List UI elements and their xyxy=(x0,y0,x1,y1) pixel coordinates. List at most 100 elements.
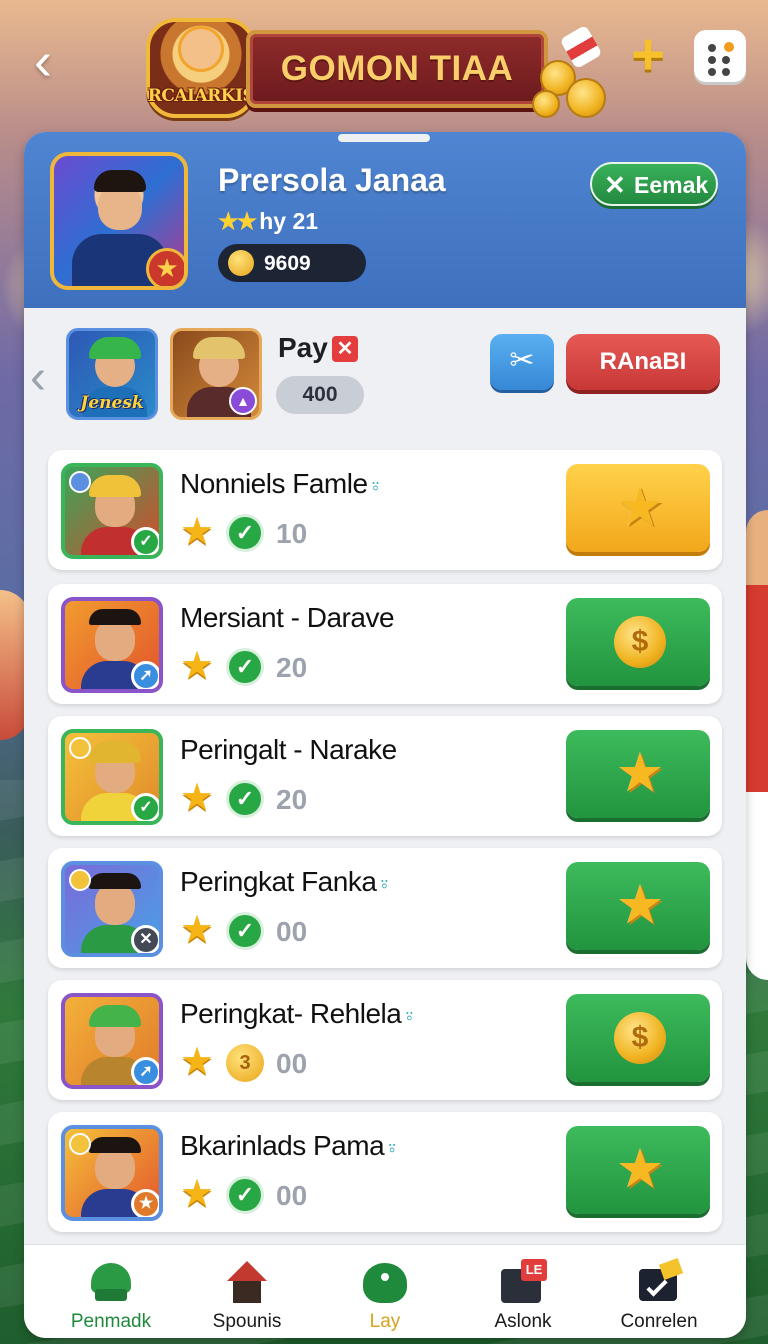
check-badge-icon: ✓ xyxy=(131,527,159,555)
coin-balance: 9609 xyxy=(218,244,366,282)
star-icon: ★ xyxy=(180,1173,215,1215)
list-item[interactable]: ➚ Mersiant - Darave ★ ✓ 20 $ xyxy=(48,584,722,704)
menu-dots-icon[interactable] xyxy=(694,30,746,82)
main-panel: ★ Prersola Janaa ★★ hy 21 9609 ✕ Eemak ‹ … xyxy=(24,132,746,1338)
tools-icon: ✂ xyxy=(509,344,535,377)
back-chevron-icon[interactable]: ‹ xyxy=(34,34,84,92)
star-icon: ★ xyxy=(180,777,215,819)
tag-icon: ⍤ xyxy=(378,874,390,896)
nav-item-conrelen[interactable]: Conrelen xyxy=(594,1253,724,1335)
x-badge-icon: ✕ xyxy=(131,925,159,953)
item-name: Mersiant - Darave xyxy=(180,602,395,633)
list-item[interactable]: ➚ Peringkat- Rehlela ⍤ ★ 3 00 $ xyxy=(48,980,722,1100)
item-avatar: ✓ xyxy=(61,729,163,825)
inbox-icon: LE xyxy=(499,1259,547,1305)
nav-item-aslonk[interactable]: LE Aslonk xyxy=(458,1253,588,1335)
check-icon: ✓ xyxy=(226,780,264,818)
item-name: Peringkat- Rehlela ⍤ xyxy=(180,998,415,1029)
nav-item-spounis[interactable]: Spounis xyxy=(182,1253,312,1335)
list-item[interactable]: ★ Bkarinlads Pama ⍤ ★ ✓ 00 ★ xyxy=(48,1112,722,1232)
star-icon: ★ xyxy=(180,645,215,687)
list-item[interactable]: ✓ Nonniels Famle ⍤ ★ ✓ 10 ★ xyxy=(48,450,722,570)
title-banner: GOMON TIAA xyxy=(246,30,548,108)
nav-label: Lay xyxy=(369,1311,401,1332)
claim-button[interactable]: ★ xyxy=(566,1126,710,1214)
arrow-badge-icon: ➚ xyxy=(131,1057,159,1085)
coin-icon xyxy=(228,250,254,276)
exit-button[interactable]: ✕ Eemak xyxy=(590,162,718,206)
notification-badge: LE xyxy=(521,1259,547,1281)
check-icon: ✓ xyxy=(226,514,264,552)
item-avatar: ✕ xyxy=(61,861,163,957)
chevron-left-icon[interactable]: ‹ xyxy=(30,350,46,405)
star-icon: ★ xyxy=(615,1139,665,1199)
tag-icon: ⍤ xyxy=(369,476,382,498)
claim-button[interactable]: ★ xyxy=(566,862,710,950)
item-name: Peringalt - Narake xyxy=(180,734,397,765)
check-icon: ✓ xyxy=(226,1176,264,1214)
star-icon: ★ xyxy=(615,875,665,935)
item-value: 20 xyxy=(276,652,308,683)
play-icon xyxy=(361,1259,409,1305)
item-value: 10 xyxy=(276,518,308,549)
item-value: 00 xyxy=(276,1180,308,1211)
arrow-badge-icon: ➚ xyxy=(131,661,159,689)
claim-button[interactable]: ★ xyxy=(566,464,710,552)
star-badge-icon: ★ xyxy=(131,1189,159,1217)
pay-label: Pay xyxy=(278,332,328,363)
item-value: 00 xyxy=(276,916,308,947)
item-value: 20 xyxy=(276,784,308,815)
star-icon: ★ xyxy=(615,477,665,537)
tag-icon: ⍤ xyxy=(403,1006,415,1028)
star-icon: ★ xyxy=(615,743,665,803)
nav-label: Spounis xyxy=(212,1311,282,1332)
item-name: Nonniels Famle ⍤ xyxy=(180,468,382,499)
profile-header: ★ Prersola Janaa ★★ hy 21 9609 ✕ Eemak xyxy=(24,132,746,308)
nav-label: Conrelen xyxy=(620,1311,698,1332)
nav-item-penmadk[interactable]: Penmadk xyxy=(46,1253,176,1335)
star-icon: ★ xyxy=(180,511,215,553)
item-value: 00 xyxy=(276,1048,308,1079)
close-icon[interactable]: ✕ xyxy=(332,336,358,362)
close-icon: ✕ xyxy=(604,170,626,200)
level-text: hy 21 xyxy=(259,208,319,234)
mail-icon xyxy=(635,1258,684,1305)
list-item[interactable]: ✕ Peringkat Fanka ⍤ ★ ✓ 00 ★ xyxy=(48,848,722,968)
friend-card[interactable]: Jenesk xyxy=(66,328,158,420)
home-icon xyxy=(223,1259,271,1305)
claim-button[interactable]: $ xyxy=(566,598,710,686)
coin-icon: $ xyxy=(614,1012,666,1064)
bottom-nav: Penmadk Spounis Lay LE Aslonk Conrelen xyxy=(24,1244,746,1338)
page-title: GOMON TIAA xyxy=(280,49,514,88)
level-stars-icon: ★★ xyxy=(218,208,257,234)
nav-item-lay[interactable]: Lay xyxy=(320,1253,450,1335)
coin-icon: 3 xyxy=(226,1044,264,1082)
item-avatar: ★ xyxy=(61,1125,163,1221)
plus-icon[interactable]: + xyxy=(625,26,671,84)
claim-button[interactable]: ★ xyxy=(566,730,710,818)
player-level: ★★ hy 21 xyxy=(218,208,318,235)
background-character-right xyxy=(746,510,768,980)
star-icon: ★ xyxy=(180,1041,215,1083)
nav-label: Penmadk xyxy=(70,1311,152,1332)
check-badge-icon: ✓ xyxy=(131,793,159,821)
check-icon: ✓ xyxy=(226,912,264,950)
friend-label: Jenesk xyxy=(80,393,144,413)
star-icon: ★ xyxy=(180,909,215,951)
item-avatar: ✓ xyxy=(61,463,163,559)
list-item[interactable]: ✓ Peringalt - Narake ★ ✓ 20 ★ xyxy=(48,716,722,836)
friend-card[interactable]: ▲ xyxy=(170,328,262,420)
claim-button[interactable]: $ xyxy=(566,994,710,1082)
coins-decoration-icon xyxy=(532,24,616,122)
tools-button[interactable]: ✂ xyxy=(490,334,554,390)
item-avatar: ➚ xyxy=(61,993,163,1089)
item-name: Peringkat Fanka ⍤ xyxy=(180,866,390,897)
check-icon: ✓ xyxy=(226,648,264,686)
player-avatar[interactable]: ★ xyxy=(50,152,188,290)
rank-button[interactable]: RAnaBI xyxy=(566,334,720,390)
coin-value: 9609 xyxy=(264,252,311,275)
pay-value: 400 xyxy=(276,376,364,414)
team-icon xyxy=(87,1259,135,1305)
exit-label: Eemak xyxy=(634,172,709,198)
panel-handle xyxy=(338,134,430,142)
